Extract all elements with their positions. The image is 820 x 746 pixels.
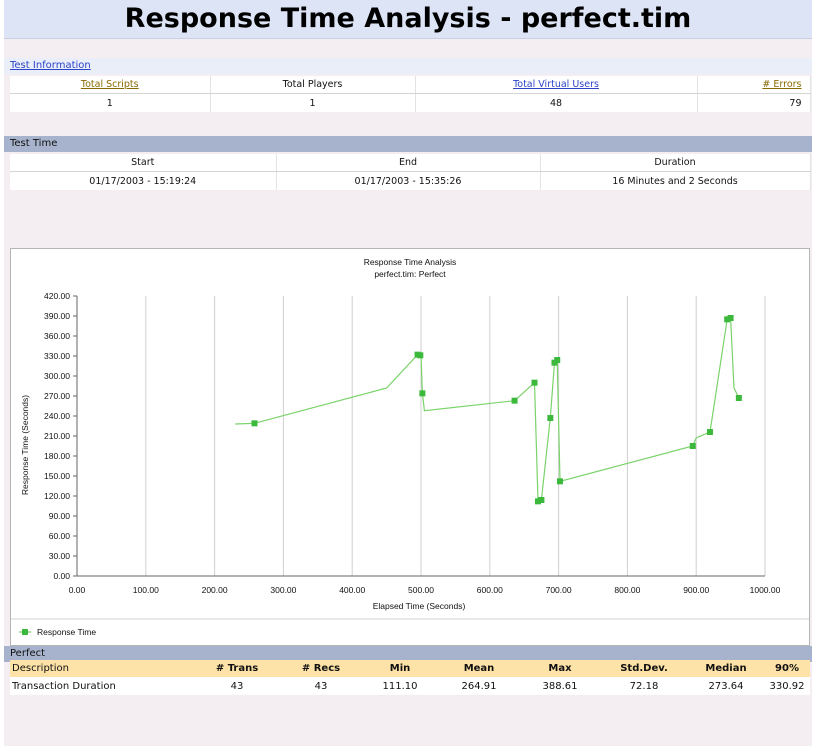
duration-value: 16 Minutes and 2 Seconds [540,171,811,190]
y-tick-label: 270.00 [44,391,70,401]
test-information-table: Total Scripts Total Players Total Virtua… [10,76,811,112]
x-tick-label: 300.00 [270,585,296,595]
col-min: Min [362,660,438,677]
col-trans: # Trans [194,660,280,677]
data-point [554,357,561,363]
x-tick-label: 800.00 [614,585,640,595]
col-mean: Mean [438,660,520,677]
chart-legend: Response Time [19,627,96,637]
total-scripts-value: 1 [10,93,211,112]
y-tick-label: 210.00 [44,431,70,441]
row-mean: 264.91 [438,677,520,695]
data-point [689,443,696,449]
y-tick-label: 90.00 [49,511,71,521]
y-tick-label: 330.00 [44,351,70,361]
y-tick-label: 390.00 [44,311,70,321]
row-min: 111.10 [362,677,438,695]
y-tick-label: 240.00 [44,411,70,421]
y-tick-label: 420.00 [44,291,70,301]
start-value: 01/17/2003 - 15:19:24 [10,171,277,190]
y-tick-label: 180.00 [44,451,70,461]
chart-tick-labels: 0.00 100.00 200.00 300.00 400.00 500.00 600.00… [44,291,781,595]
y-tick-label: 120.00 [44,491,70,501]
chart-series [235,315,742,505]
col-90pct: 90% [764,660,810,677]
total-virtual-users-value: 48 [415,93,698,112]
y-tick-label: 150.00 [44,471,70,481]
col-median: Median [688,660,764,677]
chart-subtitle: perfect.tim: Perfect [374,269,446,279]
duration-header: Duration [540,154,811,172]
data-point [706,429,713,435]
y-tick-label: 300.00 [44,371,70,381]
page-title: Response Time Analysis - perfect.tim [4,0,812,39]
col-stddev: Std.Dev. [600,660,688,677]
test-time-table: Start End Duration 01/17/2003 - 15:19:24… [10,154,811,190]
data-point [547,415,554,421]
x-tick-label: 0.00 [69,585,86,595]
errors-value: 79 [697,93,811,112]
total-virtual-users-header[interactable]: Total Virtual Users [415,76,698,94]
row-median: 273.64 [688,677,764,695]
data-point [419,390,426,397]
row-recs: 43 [280,677,362,695]
col-recs: # Recs [280,660,362,677]
start-header: Start [10,154,277,172]
y-tick-label: 0.00 [53,571,70,581]
col-description: Description [10,660,194,677]
y-tick-label: 360.00 [44,331,70,341]
x-tick-label: 400.00 [339,585,365,595]
legend-marker-swatch [22,629,28,635]
data-point [511,397,518,404]
x-tick-label: 700.00 [546,585,572,595]
data-point [735,395,742,401]
end-header: End [276,154,541,172]
row-90pct: 330.92 [764,677,810,695]
report-page: Response Time Analysis - perfect.tim Tes… [4,0,812,746]
y-axis-label: Response Time (Seconds) [20,395,30,495]
x-axis-label: Elapsed Time (Seconds) [373,601,466,611]
data-point [531,379,538,386]
errors-header[interactable]: # Errors [697,76,811,94]
x-tick-label: 900.00 [683,585,709,595]
chart-title: Response Time Analysis [364,257,457,267]
x-tick-label: 500.00 [408,585,434,595]
x-tick-label: 100.00 [133,585,159,595]
response-time-series-line [235,317,740,503]
x-tick-label: 200.00 [202,585,228,595]
col-max: Max [520,660,600,677]
chart-grid [145,296,766,576]
total-players-header: Total Players [210,76,416,94]
x-tick-label: 1000.00 [750,585,781,595]
test-time-heading: Test Time [4,136,812,152]
row-stddev: 72.18 [600,677,688,695]
response-time-chart: Response Time Analysis perfect.tim: Perf… [10,248,810,646]
data-point [727,315,734,321]
chart-axes [73,295,765,577]
perfect-stats-table: Description # Trans # Recs Min Mean Max … [10,660,810,695]
data-point [556,478,563,485]
y-tick-label: 30.00 [49,551,71,561]
end-value: 01/17/2003 - 15:35:26 [276,171,541,190]
y-tick-label: 60.00 [49,531,71,541]
table-row: Transaction Duration 43 43 111.10 264.91… [10,677,810,695]
data-point [417,352,424,359]
total-players-value: 1 [210,93,416,112]
data-point [251,420,258,427]
test-information-link[interactable]: Test Information [4,58,812,74]
legend-label-response-time: Response Time [37,627,96,637]
x-tick-label: 600.00 [477,585,503,595]
total-scripts-header[interactable]: Total Scripts [10,76,211,94]
row-trans: 43 [194,677,280,695]
data-point [538,497,545,503]
row-description: Transaction Duration [10,677,194,695]
chart-svg: Response Time Analysis perfect.tim: Perf… [11,257,809,637]
row-max: 388.61 [520,677,600,695]
